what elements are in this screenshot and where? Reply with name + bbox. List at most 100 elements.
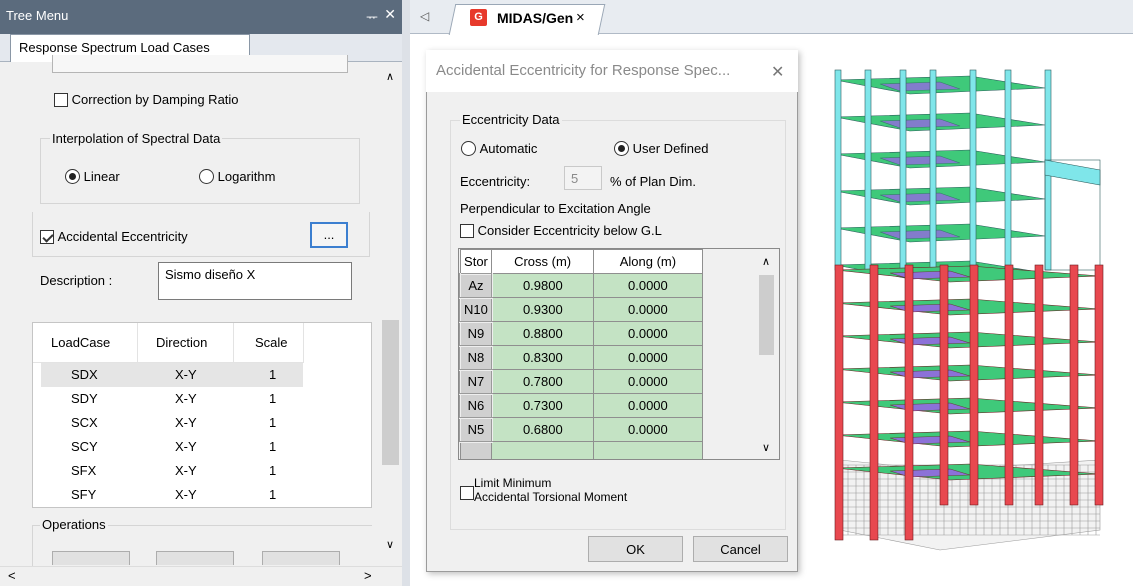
col-direction[interactable]: Direction	[156, 335, 207, 350]
correction-damping-box[interactable]	[54, 92, 68, 107]
table-scroll-thumb[interactable]	[759, 275, 774, 355]
loadcase-scale: 1	[269, 487, 277, 502]
accidental-eccentricity-checkbox[interactable]: Accidental Eccentricity	[40, 228, 188, 244]
loadcase-row[interactable]: SFY X-Y 1	[41, 483, 303, 507]
radio-logarithm[interactable]: Logarithm	[199, 168, 276, 185]
limit-minimum-box[interactable]	[460, 485, 474, 500]
operations-button-3[interactable]	[262, 551, 340, 565]
story-cell-partial[interactable]	[491, 441, 594, 459]
close-icon[interactable]: ✕	[384, 6, 396, 23]
story-row[interactable]: N10 0.9300 0.0000	[459, 296, 754, 323]
col-story[interactable]: Stor	[459, 249, 493, 274]
consider-eccentricity-checkbox[interactable]: Consider Eccentricity below G.L	[460, 222, 662, 238]
accidental-eccentricity-box[interactable]	[40, 229, 54, 244]
story-table-scrollbar[interactable]: ∧ ∨	[755, 249, 779, 459]
story-row[interactable]: N7 0.7800 0.0000	[459, 368, 754, 395]
pane-splitter[interactable]	[402, 0, 410, 586]
building-model-3d	[834, 69, 1104, 551]
along-value[interactable]: 0.0000	[592, 273, 704, 298]
tree-scroll-thumb[interactable]	[382, 320, 399, 465]
along-value[interactable]: 0.0000	[592, 369, 704, 394]
col-scale[interactable]: Scale	[255, 335, 288, 350]
radio-linear[interactable]: Linear	[65, 168, 120, 185]
loadcase-row[interactable]: SCX X-Y 1	[41, 411, 303, 435]
cancel-button[interactable]: Cancel	[693, 536, 788, 562]
loadcase-direction: X-Y	[175, 439, 197, 454]
ellipsis-button[interactable]: ...	[310, 222, 348, 248]
limit-minimum-checkbox[interactable]: Limit Minimum Accidental Torsional Momen…	[460, 476, 760, 510]
table-filler	[702, 297, 754, 322]
tab-close-icon[interactable]: ×	[576, 9, 585, 26]
loadcase-scale: 1	[269, 463, 277, 478]
loadcase-name: SCY	[71, 439, 98, 454]
loadcase-row[interactable]: SDY X-Y 1	[41, 387, 303, 411]
scroll-right-icon[interactable]: >	[364, 568, 372, 583]
scroll-up-icon[interactable]: ∧	[386, 70, 394, 83]
radio-linear-dot[interactable]	[65, 169, 80, 185]
story-row[interactable]: N8 0.8300 0.0000	[459, 344, 754, 371]
tab-scroll-left-icon[interactable]: ◁	[420, 9, 429, 23]
eccentricity-input[interactable]: 5	[564, 166, 602, 190]
operations-button-1[interactable]	[52, 551, 130, 565]
story-name[interactable]: N10	[459, 296, 493, 323]
loadcase-direction: X-Y	[175, 391, 197, 406]
spectrum-function-box[interactable]	[52, 55, 348, 73]
eccentricity-unit: % of Plan Dim.	[610, 174, 696, 189]
cross-value[interactable]: 0.9800	[491, 273, 594, 298]
cross-value[interactable]: 0.8800	[491, 321, 594, 346]
loadcase-list[interactable]: LoadCase Direction Scale SDX X-Y 1 SDY X-Y 1 S…	[32, 322, 372, 508]
radio-logarithm-dot[interactable]	[199, 169, 214, 185]
scroll-down-icon[interactable]: ∨	[386, 538, 394, 551]
tree-vertical-scrollbar[interactable]: ∧ ∨	[380, 62, 402, 566]
story-row[interactable]: Az 0.9800 0.0000	[459, 272, 754, 299]
along-value[interactable]: 0.0000	[592, 297, 704, 322]
table-scroll-down-icon[interactable]: ∨	[762, 441, 770, 454]
along-value[interactable]: 0.0000	[592, 345, 704, 370]
tree-horizontal-scrollbar[interactable]: < >	[0, 566, 402, 586]
loadcase-row[interactable]: SCY X-Y 1	[41, 435, 303, 459]
along-value[interactable]: 0.0000	[592, 393, 704, 418]
radio-automatic[interactable]: Automatic	[461, 140, 537, 157]
loadcase-row[interactable]: SDX X-Y 1	[41, 363, 303, 387]
operations-button-2[interactable]	[156, 551, 234, 565]
consider-eccentricity-box[interactable]	[460, 223, 474, 238]
along-value[interactable]: 0.0000	[592, 417, 704, 442]
pin-icon[interactable]: ᅲ	[366, 7, 378, 26]
story-table[interactable]: Stor Cross (m) Along (m) Az 0.9800 0.0000 N…	[458, 248, 780, 460]
scroll-left-icon[interactable]: <	[8, 568, 16, 583]
loadcase-row[interactable]: SFX X-Y 1	[41, 459, 303, 483]
description-input[interactable]: Sismo diseño X	[158, 262, 352, 300]
story-name[interactable]: N6	[459, 392, 493, 419]
story-name[interactable]: Az	[459, 272, 493, 299]
story-row-partial[interactable]	[459, 441, 754, 459]
story-cell-partial[interactable]	[592, 441, 704, 459]
col-loadcase[interactable]: LoadCase	[51, 335, 110, 350]
col-along[interactable]: Along (m)	[592, 249, 704, 274]
midas-app-icon: G	[470, 9, 487, 26]
story-cell-partial[interactable]	[459, 441, 493, 459]
cross-value[interactable]: 0.7300	[491, 393, 594, 418]
cross-value[interactable]: 0.7800	[491, 369, 594, 394]
story-row[interactable]: N6 0.7300 0.0000	[459, 392, 754, 419]
cross-value[interactable]: 0.6800	[491, 417, 594, 442]
upper-frame	[834, 69, 1101, 280]
story-name[interactable]: N8	[459, 344, 493, 371]
story-row[interactable]: N5 0.6800 0.0000	[459, 416, 754, 443]
ok-button[interactable]: OK	[588, 536, 683, 562]
radio-user-defined[interactable]: User Defined	[614, 140, 709, 157]
dialog-close-icon[interactable]: ✕	[771, 62, 784, 82]
along-value[interactable]: 0.0000	[592, 321, 704, 346]
col-cross[interactable]: Cross (m)	[491, 249, 594, 274]
loadcase-name: SDX	[71, 367, 98, 382]
cross-value[interactable]: 0.8300	[491, 345, 594, 370]
story-row[interactable]: N9 0.8800 0.0000	[459, 320, 754, 347]
radio-logarithm-label: Logarithm	[217, 169, 276, 185]
correction-damping-checkbox[interactable]: Correction by Damping Ratio	[54, 91, 239, 107]
cross-value[interactable]: 0.9300	[491, 297, 594, 322]
radio-automatic-dot[interactable]	[461, 141, 476, 157]
story-name[interactable]: N5	[459, 416, 493, 443]
table-scroll-up-icon[interactable]: ∧	[762, 255, 770, 268]
radio-user-defined-dot[interactable]	[614, 141, 629, 157]
story-name[interactable]: N9	[459, 320, 493, 347]
story-name[interactable]: N7	[459, 368, 493, 395]
